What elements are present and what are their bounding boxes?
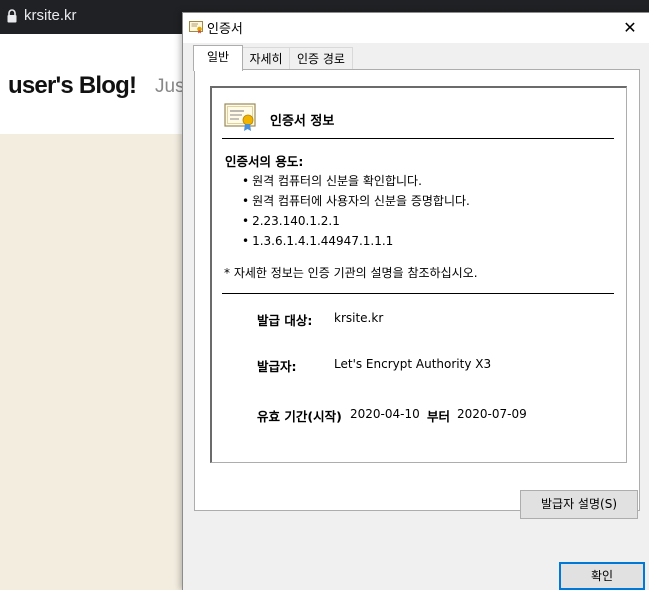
general-tab-panel: 인증서 정보 인증서의 용도: 원격 컴퓨터의 신분을 확인합니다. 원격 컴퓨… xyxy=(194,69,640,519)
certificate-info-box: 인증서 정보 인증서의 용도: 원격 컴퓨터의 신분을 확인합니다. 원격 컴퓨… xyxy=(210,86,627,463)
valid-from-value: 2020-04-10 xyxy=(350,407,420,421)
lock-icon xyxy=(7,9,17,23)
tab-general[interactable]: 일반 xyxy=(193,45,243,71)
tab-certification-path[interactable]: 인증 경로 xyxy=(289,47,353,70)
close-button[interactable]: ✕ xyxy=(610,13,649,43)
dialog-title: 인증서 xyxy=(207,22,243,37)
divider xyxy=(222,138,614,139)
valid-to-value: 2020-07-09 xyxy=(457,407,527,421)
tab-details[interactable]: 자세히 xyxy=(242,47,290,70)
blog-tagline: Jus xyxy=(155,76,185,97)
issued-by-value: Let's Encrypt Authority X3 xyxy=(334,357,492,371)
purpose-item: 원격 컴퓨터의 신분을 확인합니다. xyxy=(242,171,470,191)
purpose-heading: 인증서의 용도: xyxy=(225,154,304,169)
certificate-dialog: 인증서 ✕ 일반 자세히 인증 경로 인증서 정보 인증서의 용도: 원격 컴퓨… xyxy=(182,12,649,590)
ok-button[interactable]: 확인 xyxy=(559,562,645,590)
issued-to-value: krsite.kr xyxy=(334,311,384,325)
issuer-statement-button[interactable]: 발급자 설명(S) xyxy=(520,490,638,519)
url-text[interactable]: krsite.kr xyxy=(24,7,77,24)
dialog-titlebar[interactable]: 인증서 ✕ xyxy=(183,13,649,43)
certificate-info-title: 인증서 정보 xyxy=(270,114,335,129)
valid-to-label: 부터 xyxy=(427,409,451,424)
reference-note: * 자세한 정보는 인증 기관의 설명을 참조하십시오. xyxy=(224,266,478,280)
certificate-icon xyxy=(224,103,256,131)
purpose-item: 2.23.140.1.2.1 xyxy=(242,211,470,231)
blog-title[interactable]: user's Blog! xyxy=(8,72,137,100)
valid-from-label: 유효 기간(시작) xyxy=(257,409,342,424)
divider xyxy=(222,293,614,294)
certificate-small-icon xyxy=(189,21,203,34)
issued-by-label: 발급자: xyxy=(257,359,297,374)
purpose-item: 1.3.6.1.4.1.44947.1.1.1 xyxy=(242,231,470,251)
purpose-item: 원격 컴퓨터에 사용자의 신분을 증명합니다. xyxy=(242,191,470,211)
issued-to-label: 발급 대상: xyxy=(257,313,313,328)
purpose-list: 원격 컴퓨터의 신분을 확인합니다. 원격 컴퓨터에 사용자의 신분을 증명합니… xyxy=(242,171,470,251)
